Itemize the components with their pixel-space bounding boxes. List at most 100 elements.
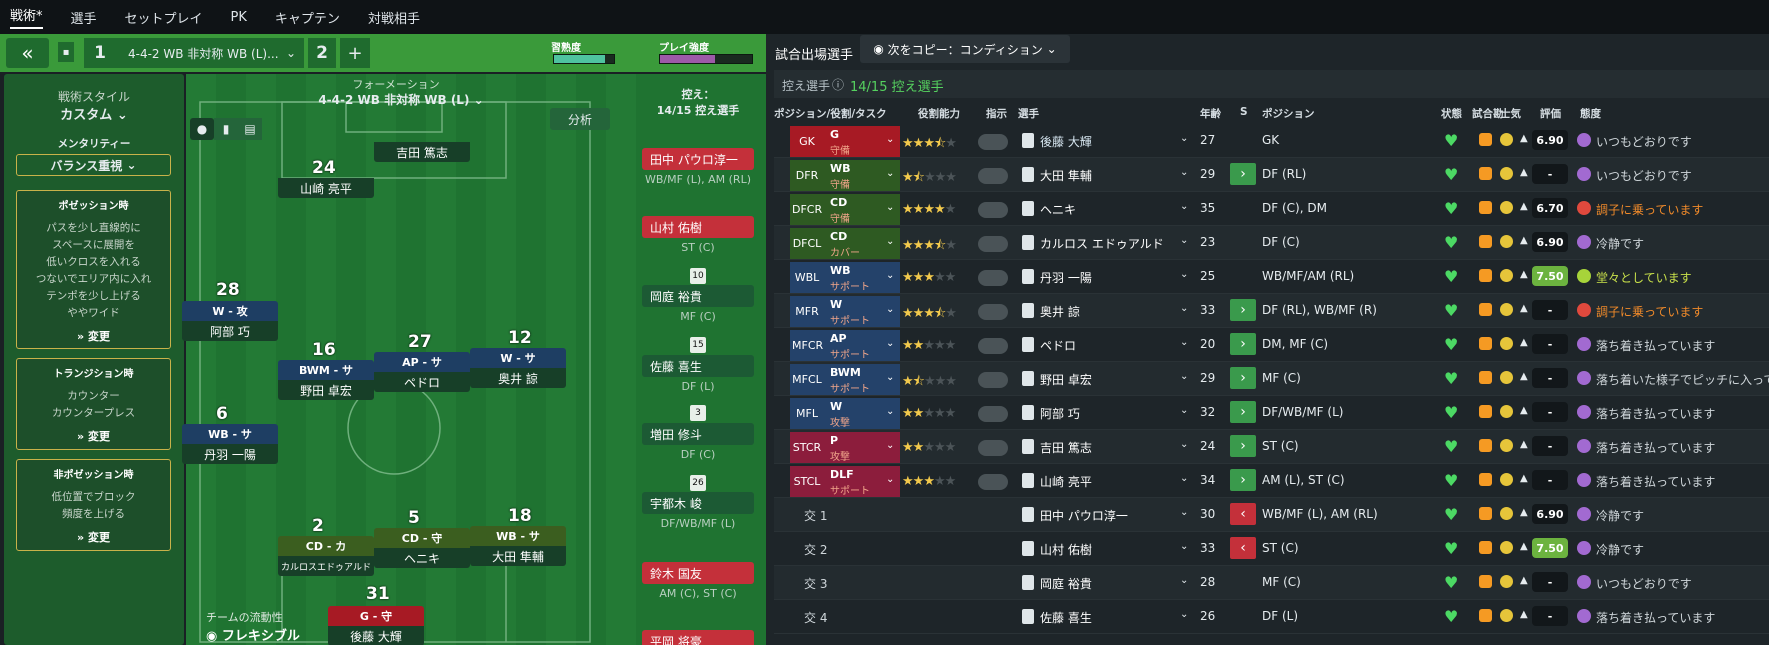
change-in-possession-button[interactable]: » 変更: [17, 328, 170, 344]
role-cell[interactable]: STCL DLF サポート ⌄: [790, 466, 900, 497]
analysis-button[interactable]: 分析: [550, 108, 610, 130]
table-row[interactable]: MFR W サポート ⌄ ★★★⯪★ 奥井 諒 ⌄ 33 › DF (RL), WB/MF …: [774, 294, 1769, 328]
change-transition-button[interactable]: » 変更: [17, 428, 170, 444]
pitch-player[interactable]: WB - サ大田 隼輔: [470, 526, 566, 566]
collapse-button[interactable]: «: [6, 38, 49, 68]
table-row[interactable]: 交 4 佐藤 喜生 ⌄ 26 DF (L) ♥ ▲ - 落ち着き払っています: [774, 600, 1769, 634]
pitch-player[interactable]: W - 攻阿部 巧: [182, 301, 278, 341]
player-name[interactable]: 大田 隼輔: [1040, 167, 1092, 184]
col-attitude[interactable]: 態度: [1580, 106, 1601, 121]
reserve-player[interactable]: 山村 佑樹 ST (C): [642, 216, 754, 254]
pitch-player[interactable]: G - 守後藤 大輝: [328, 606, 424, 645]
table-row[interactable]: DFR WB 守備 ⌄ ★⯪★★★ 大田 隼輔 ⌄ 29 › DF (RL) ♥ ▲ - いつもどお…: [774, 158, 1769, 192]
chevron-down-icon[interactable]: ⌄: [886, 134, 894, 145]
player-name[interactable]: ペドロ: [1040, 337, 1076, 354]
menu-tactics[interactable]: 戦術*: [10, 5, 43, 29]
role-cell[interactable]: DFCR CD 守備 ⌄: [790, 194, 900, 225]
chevron-down-icon[interactable]: ⌄: [1180, 133, 1188, 144]
menu-captain[interactable]: キャプテン: [275, 8, 340, 27]
table-row[interactable]: DFCL CD カバー ⌄ ★★★⯪★ カルロス エドゥアルド ⌄ 23 DF (C) ♥ ▲…: [774, 226, 1769, 260]
instructions-toggle[interactable]: [978, 134, 1008, 150]
role-cell[interactable]: GK G 守備 ⌄: [790, 126, 900, 157]
instructions-toggle[interactable]: [978, 236, 1008, 252]
player-name[interactable]: 佐藤 喜生: [1040, 609, 1092, 626]
tactic-slot-1[interactable]: 1: [84, 38, 116, 68]
chevron-down-icon[interactable]: ⌄: [1180, 507, 1188, 518]
style-dropdown[interactable]: カスタム ⌄: [4, 104, 184, 123]
chevron-down-icon[interactable]: ⌄: [1180, 337, 1188, 348]
pitch-player[interactable]: WB - サ丹羽 一陽: [182, 424, 278, 464]
reserve-player[interactable]: 増田 修斗 DF (C): [642, 423, 754, 461]
pitch-player[interactable]: AP - サペドロ: [374, 352, 470, 392]
table-row[interactable]: MFCL BWM サポート ⌄ ★⯪★★★ 野田 卓宏 ⌄ 29 › MF (C) ♥ ▲ - 落ち…: [774, 362, 1769, 396]
col-player[interactable]: 選手: [1018, 106, 1039, 121]
copy-condition-button[interactable]: ◉ 次をコピー：コンディション ⌄: [860, 35, 1070, 63]
tactic-dropdown[interactable]: 4-4-2 WB 非対称 WB (L)... ⌄: [116, 38, 304, 68]
table-row[interactable]: 交 1 田中 パウロ淳一 ⌄ 30 ‹ WB/MF (L), AM (RL) ♥ ▲ 6.90 冷…: [774, 498, 1769, 532]
chevron-down-icon[interactable]: ⌄: [1180, 167, 1188, 178]
player-name[interactable]: 丹羽 一陽: [1040, 269, 1092, 286]
menu-set-pieces[interactable]: セットプレイ: [125, 8, 203, 27]
player-name[interactable]: 後藤 大輝: [1040, 133, 1092, 150]
table-row[interactable]: MFCR AP サポート ⌄ ★★★★★ ペドロ ⌄ 20 › DM, MF (C) ♥ ▲ - 落…: [774, 328, 1769, 362]
instructions-toggle[interactable]: [978, 474, 1008, 490]
player-name[interactable]: カルロス エドゥアルド: [1040, 235, 1164, 252]
pitch-player[interactable]: CD - カカルロスエドゥアルド: [278, 536, 374, 576]
instructions-toggle[interactable]: [978, 168, 1008, 184]
lock-icon[interactable]: ▪: [58, 42, 74, 62]
chevron-down-icon[interactable]: ⌄: [886, 406, 894, 417]
reserve-player[interactable]: 佐藤 喜生 DF (L): [642, 355, 754, 393]
col-s[interactable]: S: [1240, 106, 1248, 118]
swap-button[interactable]: ‹: [1230, 503, 1256, 525]
swap-button[interactable]: ›: [1230, 163, 1256, 185]
reserve-player[interactable]: 宇都木 峻 DF/WB/MF (L): [642, 492, 754, 530]
player-view-icon[interactable]: ●: [190, 118, 214, 140]
chevron-down-icon[interactable]: ⌄: [886, 338, 894, 349]
reserve-player[interactable]: 田中 パウロ淳一 WB/MF (L), AM (RL): [642, 148, 754, 186]
table-row[interactable]: GK G 守備 ⌄ ★★★⯪★ 後藤 大輝 ⌄ 27 GK ♥ ▲ 6.90 いつもどおりです: [774, 124, 1769, 158]
table-row[interactable]: STCR P 攻撃 ⌄ ★★★★★ 吉田 篤志 ⌄ 24 › ST (C) ♥ ▲ - 落ち着き払っ…: [774, 430, 1769, 464]
chevron-down-icon[interactable]: ⌄: [1180, 609, 1188, 620]
chevron-down-icon[interactable]: ⌄: [1180, 439, 1188, 450]
reserve-player[interactable]: 鈴木 国友 AM (C), ST (C): [642, 562, 754, 600]
chevron-down-icon[interactable]: ⌄: [1180, 405, 1188, 416]
col-instructions[interactable]: 指示: [986, 106, 1007, 121]
player-name[interactable]: 田中 パウロ淳一: [1040, 507, 1128, 524]
swap-button[interactable]: ›: [1230, 469, 1256, 491]
instructions-toggle[interactable]: [978, 202, 1008, 218]
col-position-role[interactable]: ポジション/役割/タスク: [774, 106, 887, 121]
role-cell[interactable]: DFR WB 守備 ⌄: [790, 160, 900, 191]
player-name[interactable]: 阿部 巧: [1040, 405, 1080, 422]
instructions-toggle[interactable]: [978, 406, 1008, 422]
instructions-toggle[interactable]: [978, 270, 1008, 286]
chevron-down-icon[interactable]: ⌄: [886, 168, 894, 179]
pitch-player[interactable]: DLF - サ山崎 亮平: [278, 178, 1147, 207]
pitch-player[interactable]: BWM - サ野田 卓宏: [278, 360, 374, 400]
role-cell[interactable]: STCR P 攻撃 ⌄: [790, 432, 900, 463]
table-row[interactable]: DFCR CD 守備 ⌄ ★★★★★ ヘニキ ⌄ 35 DF (C), DM ♥ ▲ 6.70 調…: [774, 192, 1769, 226]
chevron-down-icon[interactable]: ⌄: [1180, 473, 1188, 484]
bar-chart-icon[interactable]: ▮: [214, 118, 238, 140]
chevron-down-icon[interactable]: ⌄: [1180, 541, 1188, 552]
chevron-down-icon[interactable]: ⌄: [1180, 269, 1188, 280]
chevron-down-icon[interactable]: ⌄: [886, 202, 894, 213]
table-row[interactable]: 交 2 山村 佑樹 ⌄ 33 ‹ ST (C) ♥ ▲ 7.50 冷静です: [774, 532, 1769, 566]
menu-players[interactable]: 選手: [71, 8, 97, 27]
role-cell[interactable]: DFCL CD カバー ⌄: [790, 228, 900, 259]
chevron-down-icon[interactable]: ⌄: [1180, 201, 1188, 212]
col-condition[interactable]: 状態: [1441, 106, 1462, 121]
player-name[interactable]: 山崎 亮平: [1040, 473, 1092, 490]
chevron-down-icon[interactable]: ⌄: [886, 474, 894, 485]
col-match-fitness[interactable]: 試合勘: [1472, 106, 1504, 121]
player-name[interactable]: 奥井 諒: [1040, 303, 1080, 320]
chevron-down-icon[interactable]: ⌄: [1180, 575, 1188, 586]
clipboard-icon[interactable]: ▤: [238, 118, 262, 140]
table-row[interactable]: 交 3 岡庭 裕貴 ⌄ 28 MF (C) ♥ ▲ - いつもどおりです: [774, 566, 1769, 600]
chevron-down-icon[interactable]: ⌄: [886, 440, 894, 451]
chevron-down-icon[interactable]: ⌄: [886, 236, 894, 247]
reserve-player[interactable]: 平岡 将豪: [642, 630, 754, 645]
role-cell[interactable]: WBL WB サポート ⌄: [790, 262, 900, 293]
swap-button[interactable]: ‹: [1230, 537, 1256, 559]
role-cell[interactable]: MFCR AP サポート ⌄: [790, 330, 900, 361]
table-row[interactable]: MFL W 攻撃 ⌄ ★★★★★ 阿部 巧 ⌄ 32 › DF/WB/MF (L) ♥ ▲ - 落ち…: [774, 396, 1769, 430]
